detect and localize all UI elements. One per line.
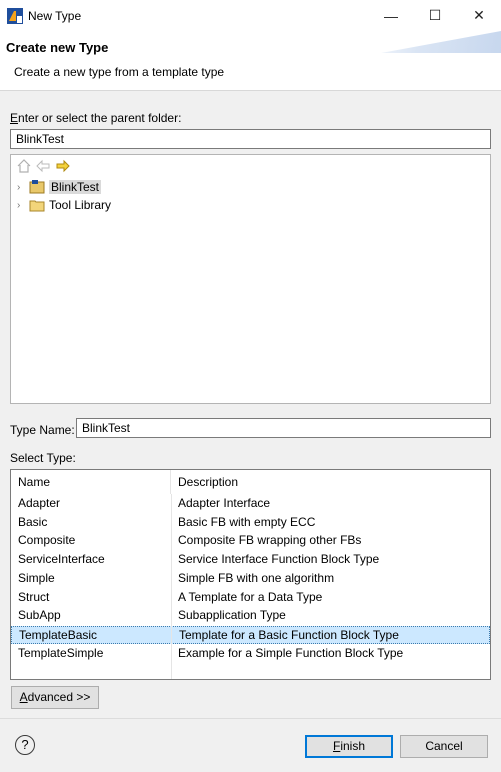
back-arrow-icon[interactable] xyxy=(35,159,51,173)
type-description-cell: Adapter Interface xyxy=(178,496,271,510)
parent-folder-mnemonic: E xyxy=(10,111,19,125)
parent-folder-label: Enter or select the parent folder: xyxy=(10,111,181,125)
column-header-description[interactable]: Description xyxy=(171,470,490,494)
table-row[interactable]: Adapter Adapter Interface xyxy=(11,495,490,513)
tree-item-label: Tool Library xyxy=(49,198,112,212)
folder-tree[interactable]: › BlinkTest › Tool Library xyxy=(10,154,491,404)
home-icon[interactable] xyxy=(17,159,31,173)
expand-chevron-icon[interactable]: › xyxy=(17,200,27,211)
app-icon xyxy=(7,8,23,24)
expand-chevron-icon[interactable]: › xyxy=(17,182,27,193)
table-row[interactable]: ServiceInterface Service Interface Functi… xyxy=(11,551,490,569)
type-name-input[interactable]: BlinkTest xyxy=(76,418,491,438)
parent-folder-input[interactable]: BlinkTest xyxy=(10,129,491,149)
wizard-message: Create a new type from a template type xyxy=(14,65,225,79)
wizard-title: Create new Type xyxy=(6,40,109,55)
banner-decoration xyxy=(381,31,501,53)
window-title: New Type xyxy=(28,9,82,23)
table-row[interactable]: Basic Basic FB with empty ECC xyxy=(11,514,490,532)
type-name-cell: SubApp xyxy=(18,608,61,623)
type-description-cell: A Template for a Data Type xyxy=(178,589,323,604)
type-name-cell: ServiceInterface xyxy=(18,552,105,567)
advanced-mnemonic: A xyxy=(19,690,28,704)
forward-arrow-icon[interactable] xyxy=(55,159,71,173)
type-name-cell: Basic xyxy=(18,514,48,529)
type-description-cell: Simple FB with one algorithm xyxy=(178,570,335,585)
select-type-label: Select Type: xyxy=(10,451,76,465)
close-button[interactable]: ✕ xyxy=(457,0,501,31)
type-table[interactable]: Name Description Adapter Adapter Interfac… xyxy=(10,469,491,680)
tree-item-tool-library[interactable]: › Tool Library xyxy=(17,196,111,214)
title-bar: New Type — ☐ ✕ xyxy=(0,0,501,31)
type-description-cell: Composite FB wrapping other FBs xyxy=(178,533,362,548)
wizard-banner: Create new Type Create a new type from a… xyxy=(0,31,501,91)
type-name-cell: Adapter xyxy=(18,496,61,510)
tree-toolbar xyxy=(17,159,71,173)
finish-button[interactable]: Finish xyxy=(305,735,393,758)
type-description-cell: Basic FB with empty ECC xyxy=(178,514,316,529)
tree-item-label: BlinkTest xyxy=(49,180,102,194)
type-name-cell: Simple xyxy=(18,570,55,585)
type-name-label: Type Name: xyxy=(10,423,75,437)
folder-icon xyxy=(29,200,45,212)
table-row[interactable]: TemplateSimple Example for a Simple Funct… xyxy=(11,645,490,663)
table-row[interactable]: SubApp Subapplication Type xyxy=(11,607,490,625)
maximize-button[interactable]: ☐ xyxy=(413,0,457,31)
column-divider xyxy=(171,494,172,679)
type-name-cell: TemplateSimple xyxy=(18,645,104,660)
type-description-cell: Template for a Basic Function Block Type xyxy=(179,627,399,642)
type-name-cell: Composite xyxy=(18,533,76,548)
type-name-cell: Struct xyxy=(18,589,50,604)
tree-item-blinktest[interactable]: › BlinkTest xyxy=(17,178,102,196)
type-description-cell: Example for a Simple Function Block Type xyxy=(178,645,404,660)
advanced-label: dvanced >> xyxy=(27,690,91,704)
help-icon[interactable]: ? xyxy=(15,735,35,755)
advanced-button[interactable]: Advanced >> xyxy=(11,686,99,709)
footer-divider xyxy=(0,718,501,719)
table-row[interactable]: TemplateBasic Template for a Basic Functi… xyxy=(11,625,490,644)
finish-label: inish xyxy=(340,739,366,753)
type-description-cell: Service Interface Function Block Type xyxy=(178,552,380,567)
table-row[interactable]: Composite Composite FB wrapping other FBs xyxy=(11,532,490,550)
project-icon xyxy=(29,180,45,194)
cancel-button[interactable]: Cancel xyxy=(400,735,488,758)
type-name-cell: TemplateBasic xyxy=(19,627,98,642)
type-description-cell: Subapplication Type xyxy=(178,608,286,623)
table-row[interactable]: Struct A Template for a Data Type xyxy=(11,589,490,607)
parent-folder-label-text: nter or select the parent folder: xyxy=(18,111,182,125)
table-row[interactable]: Simple Simple FB with one algorithm xyxy=(11,570,490,588)
column-header-name[interactable]: Name xyxy=(11,470,171,494)
minimize-button[interactable]: — xyxy=(369,0,413,31)
